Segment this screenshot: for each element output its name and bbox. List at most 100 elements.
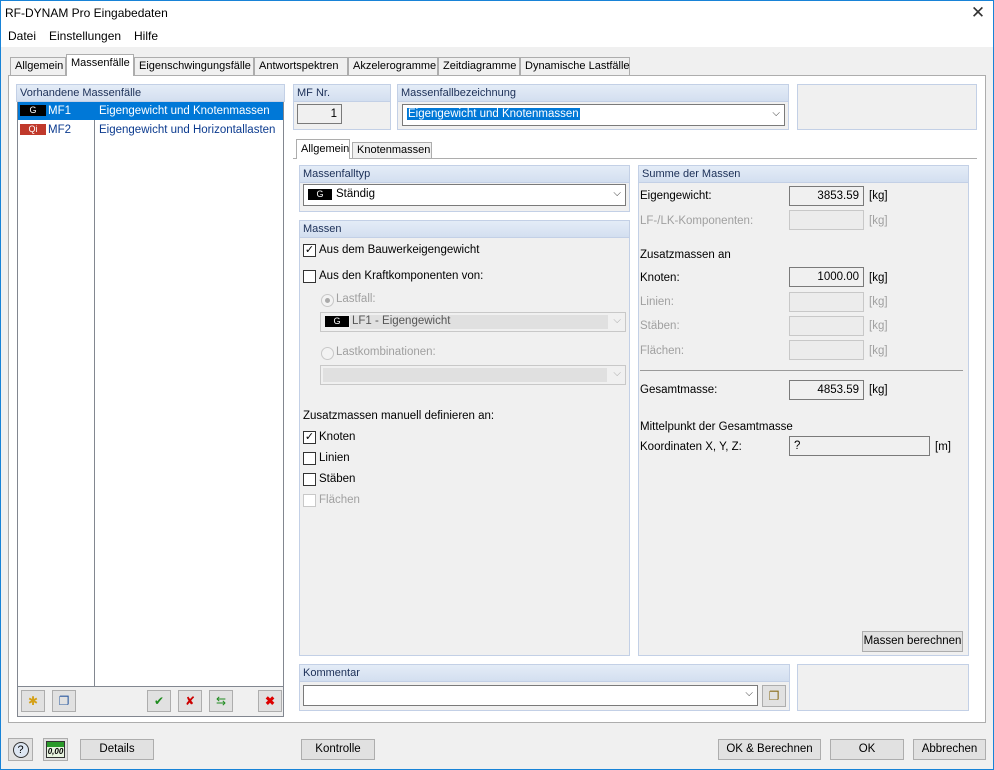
subtab-allgemein[interactable]: Allgemein [296,139,350,159]
lastfall-combo[interactable]: G LF1 - Eigengewicht ⌵ [320,312,626,332]
mass-case-row-mf1[interactable]: G MF1 Eigengewicht und Knotenmassen [18,102,283,120]
kommentar-library-button[interactable]: ❐ [762,685,786,707]
massenfalltyp-combo[interactable]: G Ständig ⌵ [303,184,626,206]
uncheck-all-icon: ✘ [184,694,196,708]
tab-eigenschwingungsfaelle[interactable]: Eigenschwingungsfälle [134,57,254,75]
preview-box [797,84,977,130]
lf-lk-value [789,210,864,230]
eigengewicht-unit: [kg] [869,190,888,202]
aus-kraft-checkbox[interactable] [303,270,316,283]
zusatz-linien-label: Linien [319,452,350,464]
mass-case-code: MF1 [48,105,71,117]
g-badge: G [20,105,46,116]
knoten-unit: [kg] [869,272,888,284]
mf-nr-label: MF Nr. [293,84,391,102]
chevron-down-icon: ⌵ [613,368,621,379]
chevron-down-icon: ⌵ [613,315,621,326]
delete-icon: ✖ [264,694,276,708]
tab-allgemein[interactable]: Allgemein [10,57,66,75]
mf-nr-field[interactable]: 1 [297,104,342,124]
delete-case-button[interactable]: ✖ [258,690,282,712]
lastfall-value: LF1 - Eigengewicht [350,315,608,329]
tab-massenfaelle[interactable]: Massenfälle [66,54,134,76]
lf-lk-label: LF-/LK-Komponenten: [640,215,754,227]
bezeichnung-value: Eigengewicht und Knotenmassen [407,108,580,120]
lastkombinationen-value [323,368,607,382]
summe-group [638,165,969,656]
copy-icon: ❐ [58,694,70,708]
zusatz-knoten-checkbox[interactable]: ✓ [303,431,316,444]
lastkombinationen-combo[interactable]: ⌵ [320,365,626,385]
koordinaten-label: Koordinaten X, Y, Z: [640,441,742,453]
knoten-value: 1000.00 [789,267,864,287]
bezeichnung-combo[interactable]: Eigengewicht und Knotenmassen ⌵ [402,104,785,126]
aus-bauwerk-checkbox[interactable]: ✓ [303,244,316,257]
linien-label: Linien: [640,296,674,308]
massen-berechnen-button[interactable]: Massen berechnen [862,631,963,652]
gesamtmasse-value: 4853.59 [789,380,864,400]
calculator-button[interactable]: 0,00 [43,738,68,761]
zusatzmassen-label: Zusatzmassen an [640,249,731,261]
mass-cases-list[interactable] [17,102,284,687]
kommentar-preview-box [797,664,969,711]
gesamtmasse-unit: [kg] [869,384,888,396]
ok-button[interactable]: OK [830,739,904,760]
zusatz-linien-checkbox[interactable] [303,452,316,465]
lastkombinationen-radio[interactable] [321,347,334,360]
zusatz-staeben-checkbox[interactable] [303,473,316,486]
zusatz-flaechen-checkbox[interactable] [303,494,316,507]
koordinaten-unit: [m] [935,441,951,453]
flaechen-unit: [kg] [869,345,888,357]
linien-unit: [kg] [869,296,888,308]
massenfalltyp-label: Massenfalltyp [299,165,630,183]
toggle-check-button[interactable]: ⇆ [209,690,233,712]
kommentar-combo[interactable]: ⌵ [303,685,758,706]
ok-berechnen-button[interactable]: OK & Berechnen [718,739,821,760]
lastkombinationen-label: Lastkombinationen: [336,346,436,358]
zusatz-label: Zusatzmassen manuell definieren an: [303,410,495,422]
copy-case-button[interactable]: ❐ [52,690,76,712]
details-button[interactable]: Details [80,739,154,760]
window-title: RF-DYNAM Pro Eingabedaten [5,6,168,20]
subtab-knotenmassen[interactable]: Knotenmassen [352,142,432,159]
tab-antwortspektren[interactable]: Antwortspektren [254,57,348,75]
calculator-icon-text: 0,00 [47,747,64,756]
new-icon: ✱ [27,694,39,708]
gesamtmasse-label: Gesamtmasse: [640,384,718,396]
lastfall-radio[interactable] [321,294,334,307]
abbrechen-button[interactable]: Abbrechen [913,739,986,760]
list-column-divider [94,102,95,687]
tab-akzelerogramme[interactable]: Akzelerogramme [348,57,438,75]
massenfalltyp-value: Ständig [336,188,376,200]
koordinaten-value: ? [789,436,930,456]
massen-label: Massen [299,220,630,238]
close-icon[interactable]: ✕ [967,2,989,24]
summe-label: Summe der Massen [638,165,969,183]
subtab-line [293,158,977,159]
check-all-icon: ✔ [153,694,165,708]
chevron-down-icon: ⌵ [772,108,780,119]
library-icon: ❐ [768,689,780,703]
mass-case-row-mf2[interactable]: Qi MF2 Eigengewicht und Horizontallasten [18,121,283,139]
bezeichnung-label: Massenfallbezeichnung [397,84,789,102]
qi-badge: Qi [20,124,46,135]
tab-dynamische-lastfaelle[interactable]: Dynamische Lastfälle [520,57,630,75]
calculator-icon: 0,00 [46,741,65,758]
linien-value [789,292,864,312]
new-case-button[interactable]: ✱ [21,690,45,712]
lastfall-label: Lastfall: [336,293,376,305]
kontrolle-button[interactable]: Kontrolle [301,739,375,760]
g-badge: G [325,316,349,327]
menu-hilfe[interactable]: Hilfe [134,29,158,43]
staeben-value [789,316,864,336]
help-button[interactable]: ? [8,738,33,761]
mittelpunkt-label: Mittelpunkt der Gesamtmasse [640,421,793,433]
menu-datei[interactable]: Datei [8,29,36,43]
tab-zeitdiagramme[interactable]: Zeitdiagramme [438,57,520,75]
uncheck-all-button[interactable]: ✘ [178,690,202,712]
check-all-button[interactable]: ✔ [147,690,171,712]
mass-case-code: MF2 [48,124,71,136]
menu-einstellungen[interactable]: Einstellungen [49,29,121,43]
summe-divider [640,370,963,371]
zusatz-staeben-label: Stäben [319,473,356,485]
